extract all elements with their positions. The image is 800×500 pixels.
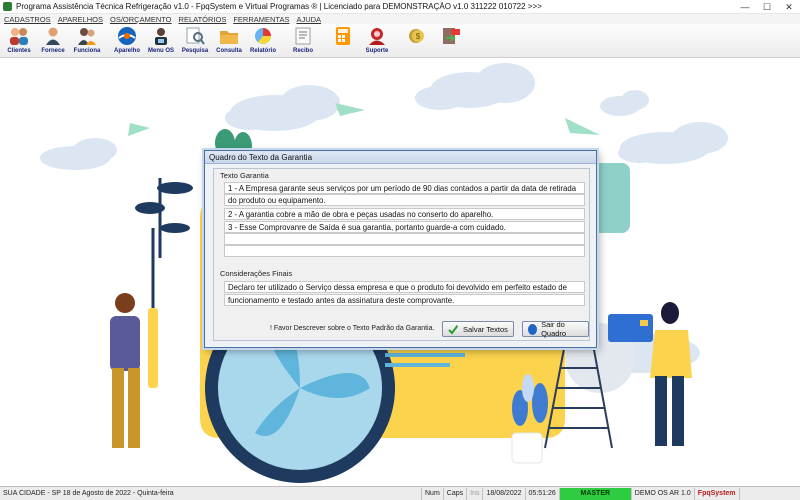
coins-icon: $ bbox=[409, 29, 424, 43]
status-city-date: SUA CIDADE - SP 18 de Agosto de 2022 - Q… bbox=[0, 487, 422, 500]
report-icon bbox=[255, 28, 271, 44]
menu-ferramentas[interactable]: FERRAMENTAS bbox=[233, 15, 289, 24]
status-ins: Ins bbox=[467, 487, 484, 500]
toolbar-fornece-button[interactable]: Fornece bbox=[36, 24, 70, 57]
close-button[interactable]: ✕ bbox=[778, 0, 800, 14]
status-bar: SUA CIDADE - SP 18 de Agosto de 2022 - Q… bbox=[0, 486, 800, 500]
toolbar-funciona-button[interactable]: Funciona bbox=[70, 24, 104, 57]
warranty-line-4[interactable]: 3 - Esse Comprovanre de Saída é sua gara… bbox=[224, 221, 585, 233]
warranty-line-3[interactable]: 2 - A garantia cobre a mão de obra e peç… bbox=[224, 208, 585, 220]
svg-text:$: $ bbox=[416, 32, 421, 41]
save-texts-button[interactable]: Salvar Textos bbox=[442, 321, 514, 337]
support-icon bbox=[369, 28, 385, 45]
status-mode: MASTER bbox=[559, 487, 632, 500]
toolbar-pesquisa-button[interactable]: Pesquisa bbox=[178, 24, 212, 57]
menu-aparelhos[interactable]: APARELHOS bbox=[58, 15, 103, 24]
minimize-button[interactable]: — bbox=[734, 0, 756, 14]
menu-relatorios[interactable]: RELATÓRIOS bbox=[179, 15, 227, 24]
receipt-icon bbox=[295, 27, 311, 45]
suppliers-icon bbox=[46, 27, 60, 45]
toolbar-label: Fornece bbox=[41, 48, 65, 54]
toolbar-label: Suporte bbox=[365, 48, 389, 54]
toolbar-label: Relatório bbox=[249, 48, 276, 54]
toolbar: Clientes Fornece Funciona Aparelho Menu … bbox=[0, 24, 800, 58]
toolbar-suporte-button[interactable]: Suporte bbox=[360, 24, 394, 57]
toolbar-label: Funciona bbox=[73, 48, 101, 54]
status-caps: Caps bbox=[444, 487, 468, 500]
clients-icon bbox=[10, 28, 28, 45]
toolbar-label: Clientes bbox=[7, 48, 31, 54]
menu-os-orcamento[interactable]: OS/ORÇAMENTO bbox=[110, 15, 172, 24]
warranty-line-1[interactable]: 1 - A Empresa garante seus serviços por … bbox=[224, 182, 585, 194]
calculator-icon bbox=[336, 27, 350, 45]
warranty-line-5[interactable] bbox=[224, 233, 585, 245]
toolbar-clientes-button[interactable]: Clientes bbox=[2, 24, 36, 57]
toolbar-label: Aparelho bbox=[113, 48, 140, 54]
status-brand: FpqSystem bbox=[695, 487, 740, 500]
final-line-2[interactable]: funcionamento e testado antes da assinat… bbox=[224, 294, 585, 306]
toolbar-exit-button[interactable] bbox=[434, 24, 468, 57]
toolbar-aparelho-button[interactable]: Aparelho bbox=[110, 24, 144, 57]
warranty-group-label: Texto Garantia bbox=[220, 171, 269, 180]
app-icon bbox=[3, 2, 12, 11]
maximize-button[interactable]: ☐ bbox=[756, 0, 778, 14]
hint-text: ! Favor Descrever sobre o Texto Padrão d… bbox=[270, 325, 435, 332]
save-texts-label: Salvar Textos bbox=[463, 324, 508, 334]
warranty-dialog: Quadro do Texto da Garantia Texto Garant… bbox=[204, 150, 597, 348]
folder-icon bbox=[220, 31, 238, 44]
technician-icon bbox=[155, 28, 167, 45]
final-considerations-label: Considerações Finais bbox=[220, 269, 293, 278]
exit-dialog-button[interactable]: Sair do Quadro bbox=[522, 320, 589, 338]
menu-cadastros[interactable]: CADASTROS bbox=[4, 15, 51, 24]
status-edition: DEMO OS AR 1.0 bbox=[632, 487, 695, 500]
menu-bar: CADASTROS APARELHOS OS/ORÇAMENTO RELATÓR… bbox=[0, 14, 800, 24]
dialog-body: Texto Garantia 1 - A Empresa garante seu… bbox=[213, 168, 590, 341]
toolbar-label: Consulta bbox=[216, 48, 242, 54]
toolbar-coins-button[interactable]: $ bbox=[400, 24, 434, 57]
toolbar-label: Pesquisa bbox=[181, 48, 209, 54]
search-icon bbox=[186, 27, 205, 45]
toolbar-menu-os-button[interactable]: Menu OS bbox=[144, 24, 178, 57]
status-num: Num bbox=[422, 487, 444, 500]
exit-icon bbox=[528, 323, 538, 335]
status-time: 05:51:26 bbox=[526, 487, 560, 500]
toolbar-calculator-button[interactable] bbox=[326, 24, 360, 57]
checkmark-icon bbox=[448, 323, 459, 335]
dialog-title: Quadro do Texto da Garantia bbox=[205, 151, 596, 164]
warranty-line-2[interactable]: do produto ou equipamento. bbox=[224, 194, 585, 206]
final-line-1[interactable]: Declaro ter utilizado o Serviço dessa em… bbox=[224, 281, 585, 293]
menu-ajuda[interactable]: AJUDA bbox=[296, 15, 321, 24]
window-title: Programa Assistência Técnica Refrigeraçã… bbox=[16, 2, 542, 11]
ac-unit-icon bbox=[118, 27, 136, 45]
toolbar-consulta-button[interactable]: Consulta bbox=[212, 24, 246, 57]
window-controls: — ☐ ✕ bbox=[734, 0, 800, 14]
warranty-line-6[interactable] bbox=[224, 245, 585, 257]
title-bar: Programa Assistência Técnica Refrigeraçã… bbox=[0, 0, 800, 14]
toolbar-relatorio-button[interactable]: Relatório bbox=[246, 24, 280, 57]
toolbar-recibo-button[interactable]: Recibo bbox=[286, 24, 320, 57]
exit-icon bbox=[443, 28, 460, 44]
employees-icon bbox=[78, 28, 96, 45]
status-date: 18/08/2022 bbox=[483, 487, 526, 500]
toolbar-label: Recibo bbox=[292, 48, 313, 54]
exit-dialog-label: Sair do Quadro bbox=[541, 320, 567, 338]
toolbar-label: Menu OS bbox=[147, 48, 174, 54]
